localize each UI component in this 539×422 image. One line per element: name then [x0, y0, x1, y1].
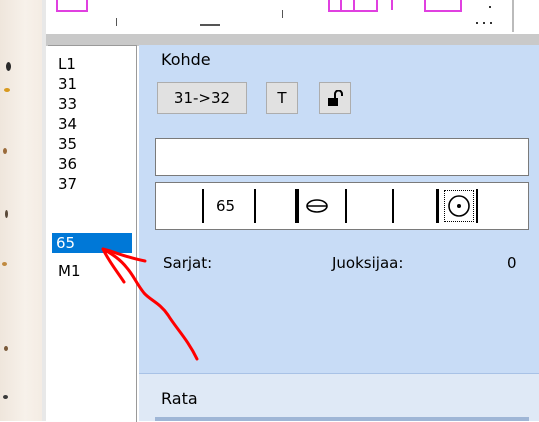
arrow-body [101, 247, 199, 361]
annotation-arrow [101, 247, 199, 361]
